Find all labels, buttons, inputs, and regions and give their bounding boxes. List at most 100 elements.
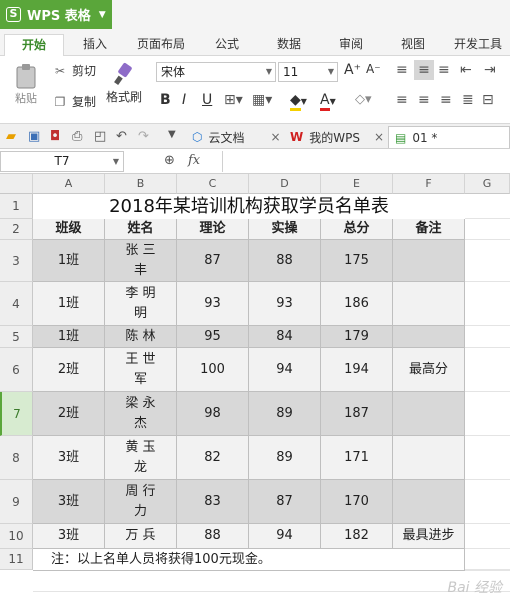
- paste-button[interactable]: 粘贴: [8, 62, 44, 106]
- align-middle-button[interactable]: ≡: [414, 60, 434, 80]
- table-cell[interactable]: 88: [177, 524, 249, 549]
- tab-cloud-docs[interactable]: ⬡ 云文档 ×: [192, 126, 281, 148]
- tab-review[interactable]: 审阅: [328, 34, 374, 56]
- row-header-1[interactable]: 1: [0, 194, 33, 219]
- table-cell[interactable]: [393, 240, 465, 282]
- table-cell[interactable]: 100: [177, 348, 249, 392]
- row-header-2[interactable]: 2: [0, 219, 33, 240]
- indent-right-button[interactable]: ⇥: [484, 62, 496, 78]
- table-cell[interactable]: 182: [321, 524, 393, 549]
- table-cell[interactable]: 94: [249, 524, 321, 549]
- table-cell[interactable]: 万 兵: [105, 524, 177, 549]
- align-top-button[interactable]: ≡: [396, 62, 408, 78]
- redo-icon[interactable]: ↷: [138, 129, 149, 144]
- tab-developer[interactable]: 开发工具: [446, 34, 510, 56]
- tab-home[interactable]: 开始: [4, 34, 64, 56]
- tab-view[interactable]: 视图: [390, 34, 436, 56]
- column-header-g[interactable]: G: [465, 174, 510, 194]
- table-cell[interactable]: 1班: [33, 326, 105, 348]
- font-name-select[interactable]: 宋体 ▼: [156, 62, 276, 82]
- table-cell[interactable]: 1班: [33, 240, 105, 282]
- table-cell[interactable]: 89: [249, 392, 321, 436]
- underline-button[interactable]: U: [202, 92, 212, 108]
- row-header-10[interactable]: 10: [0, 524, 33, 549]
- table-cell[interactable]: 98: [177, 392, 249, 436]
- zoom-search-icon[interactable]: ⊕: [164, 153, 175, 168]
- tab-current-doc[interactable]: ▤ 01 *: [388, 126, 510, 148]
- merge-cells-button[interactable]: ⊟: [482, 92, 494, 108]
- formula-input[interactable]: [222, 151, 510, 172]
- row-header-11[interactable]: 11: [0, 549, 33, 570]
- table-cell[interactable]: 陈 林: [105, 326, 177, 348]
- align-bottom-button[interactable]: ≡: [438, 62, 450, 78]
- table-cell[interactable]: 88: [249, 240, 321, 282]
- format-painter-button[interactable]: 格式刷: [104, 62, 144, 105]
- tab-my-wps[interactable]: W 我的WPS ×: [290, 126, 384, 148]
- row-header-7[interactable]: 7: [0, 392, 33, 436]
- table-cell[interactable]: 周 行 力: [105, 480, 177, 524]
- grow-font-button[interactable]: A⁺: [344, 62, 361, 78]
- table-cell[interactable]: 170: [321, 480, 393, 524]
- column-header-a[interactable]: A: [33, 174, 105, 194]
- table-cell[interactable]: [393, 282, 465, 326]
- fill-pattern-button[interactable]: ▦▾: [252, 92, 272, 108]
- undo-icon[interactable]: ↶: [116, 129, 127, 144]
- cut-button[interactable]: ✂ 剪切: [52, 62, 96, 79]
- print-icon[interactable]: ⎙: [72, 129, 82, 144]
- table-cell[interactable]: 李 明 明: [105, 282, 177, 326]
- table-cell[interactable]: 87: [249, 480, 321, 524]
- column-header-c[interactable]: C: [177, 174, 249, 194]
- row-header-5[interactable]: 5: [0, 326, 33, 348]
- chevron-down-icon[interactable]: ▼: [168, 129, 176, 140]
- table-cell[interactable]: 梁 永 杰: [105, 392, 177, 436]
- table-cell[interactable]: 83: [177, 480, 249, 524]
- table-cell[interactable]: [393, 480, 465, 524]
- table-cell[interactable]: 93: [177, 282, 249, 326]
- table-cell[interactable]: 3班: [33, 524, 105, 549]
- column-header-d[interactable]: D: [249, 174, 321, 194]
- save-icon[interactable]: ▣: [28, 129, 40, 144]
- app-menu-button[interactable]: S WPS 表格 ▼: [0, 0, 112, 29]
- table-cell[interactable]: [393, 436, 465, 480]
- row-header-8[interactable]: 8: [0, 436, 33, 480]
- table-cell[interactable]: 84: [249, 326, 321, 348]
- table-cell[interactable]: 黄 玉 龙: [105, 436, 177, 480]
- table-cell[interactable]: [393, 392, 465, 436]
- column-header-f[interactable]: F: [393, 174, 465, 194]
- table-cell[interactable]: 87: [177, 240, 249, 282]
- table-cell[interactable]: 2班: [33, 392, 105, 436]
- table-cell[interactable]: 最具进步: [393, 524, 465, 549]
- fill-color-button[interactable]: ◆ ▼: [290, 92, 307, 111]
- pdf-export-icon[interactable]: ◘: [50, 129, 60, 144]
- align-center-button[interactable]: ≡: [418, 92, 430, 108]
- tab-data[interactable]: 数据: [266, 34, 312, 56]
- close-icon[interactable]: ×: [271, 130, 281, 144]
- table-cell[interactable]: 王 世 军: [105, 348, 177, 392]
- row-header-6[interactable]: 6: [0, 348, 33, 392]
- table-cell[interactable]: 1班: [33, 282, 105, 326]
- italic-button[interactable]: I: [182, 92, 186, 108]
- print-preview-icon[interactable]: ◰: [94, 129, 106, 144]
- clear-format-button[interactable]: ◇▾: [355, 92, 372, 107]
- table-cell[interactable]: 179: [321, 326, 393, 348]
- row-header-4[interactable]: 4: [0, 282, 33, 326]
- copy-button[interactable]: ❐ 复制: [52, 93, 96, 110]
- table-cell[interactable]: 171: [321, 436, 393, 480]
- table-cell[interactable]: 194: [321, 348, 393, 392]
- row-header-9[interactable]: 9: [0, 480, 33, 524]
- table-cell[interactable]: 93: [249, 282, 321, 326]
- table-cell[interactable]: 187: [321, 392, 393, 436]
- align-left-button[interactable]: ≡: [396, 92, 408, 108]
- fx-icon[interactable]: fx: [188, 153, 200, 168]
- column-header-e[interactable]: E: [321, 174, 393, 194]
- justify-button[interactable]: ≣: [462, 92, 474, 108]
- table-cell[interactable]: 最高分: [393, 348, 465, 392]
- row-header-3[interactable]: 3: [0, 240, 33, 282]
- table-cell[interactable]: [393, 326, 465, 348]
- name-box[interactable]: T7 ▼: [0, 151, 124, 172]
- tab-formulas[interactable]: 公式: [204, 34, 250, 56]
- shrink-font-button[interactable]: A⁻: [366, 62, 381, 76]
- align-right-button[interactable]: ≡: [440, 92, 452, 108]
- table-cell[interactable]: 175: [321, 240, 393, 282]
- table-cell[interactable]: 95: [177, 326, 249, 348]
